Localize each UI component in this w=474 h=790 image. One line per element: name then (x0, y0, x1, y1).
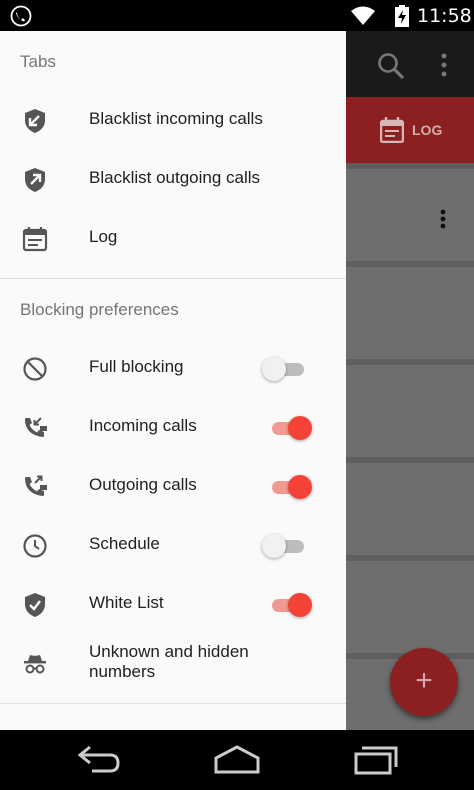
drawer-item-blacklist-outgoing[interactable]: Blacklist outgoing calls (0, 150, 346, 209)
list-item[interactable] (346, 463, 474, 555)
calendar-icon (22, 227, 48, 252)
pref-item-unknown-hidden-numbers[interactable]: Unknown and hidden numbers (0, 634, 346, 693)
switch-thumb (288, 593, 312, 617)
switch-thumb (288, 475, 312, 499)
pref-item-label: Outgoing calls (89, 475, 197, 494)
section-header-tabs: Tabs (20, 52, 56, 71)
more-vertical-icon[interactable] (440, 209, 446, 229)
calendar-icon (380, 117, 404, 143)
drawer-item-label: Blacklist outgoing calls (89, 168, 261, 187)
app-phone-icon (10, 5, 32, 27)
pref-item-white-list[interactable]: White List (0, 575, 346, 634)
pref-item-label: Full blocking (89, 357, 184, 376)
phone-incoming-lock-icon (25, 417, 47, 437)
schedule-switch[interactable] (262, 533, 312, 559)
incognito-icon (24, 655, 46, 674)
list-item[interactable] (346, 561, 474, 653)
drawer-item-blacklist-incoming[interactable]: Blacklist incoming calls (0, 91, 346, 150)
recents-icon[interactable] (352, 742, 400, 776)
pref-item-outgoing-calls[interactable]: Outgoing calls (0, 457, 346, 516)
divider (0, 278, 346, 279)
pref-item-label: White List (89, 593, 164, 612)
white-list-switch[interactable] (262, 592, 312, 618)
pref-item-label: Schedule (89, 534, 160, 553)
shield-outgoing-icon (25, 168, 45, 192)
list-item[interactable] (346, 365, 474, 457)
pref-item-full-blocking[interactable]: Full blocking (0, 339, 346, 398)
switch-thumb (262, 534, 286, 558)
divider (0, 703, 346, 704)
status-bar: 11:58 (0, 0, 474, 31)
incoming-calls-switch[interactable] (262, 415, 312, 441)
switch-thumb (262, 357, 286, 381)
add-button[interactable]: + (390, 648, 458, 716)
tab-log[interactable]: LOG (380, 117, 442, 143)
list-item[interactable] (346, 169, 474, 261)
plus-icon: + (415, 664, 433, 697)
tab-log-label: LOG (412, 122, 443, 138)
status-time: 11:58 (417, 5, 472, 27)
shield-incoming-icon (25, 109, 45, 133)
navigation-bar (0, 730, 474, 790)
home-icon[interactable] (212, 742, 262, 776)
navigation-drawer: Tabs Blacklist incoming calls Blacklist … (0, 31, 346, 730)
more-vertical-icon[interactable] (440, 53, 448, 77)
full-blocking-switch[interactable] (262, 356, 312, 382)
pref-item-schedule[interactable]: Schedule (0, 516, 346, 575)
wifi-icon (351, 6, 375, 25)
pref-item-label: Unknown and hidden numbers (89, 642, 249, 681)
list-item[interactable] (346, 267, 474, 359)
clock-icon (23, 534, 47, 558)
drawer-item-log[interactable]: Log (0, 209, 346, 268)
drawer-item-label: Blacklist incoming calls (89, 109, 263, 128)
section-header-blocking-preferences: Blocking preferences (20, 300, 179, 319)
phone-outgoing-lock-icon (25, 475, 47, 496)
pref-item-label: Incoming calls (89, 416, 197, 435)
outgoing-calls-switch[interactable] (262, 474, 312, 500)
search-icon[interactable] (376, 51, 406, 81)
pref-item-incoming-calls[interactable]: Incoming calls (0, 398, 346, 457)
battery-charging-icon (395, 5, 409, 27)
drawer-item-label: Log (89, 227, 118, 246)
back-icon[interactable] (76, 742, 122, 776)
block-icon (23, 357, 47, 381)
switch-thumb (288, 416, 312, 440)
shield-check-icon (25, 593, 45, 617)
